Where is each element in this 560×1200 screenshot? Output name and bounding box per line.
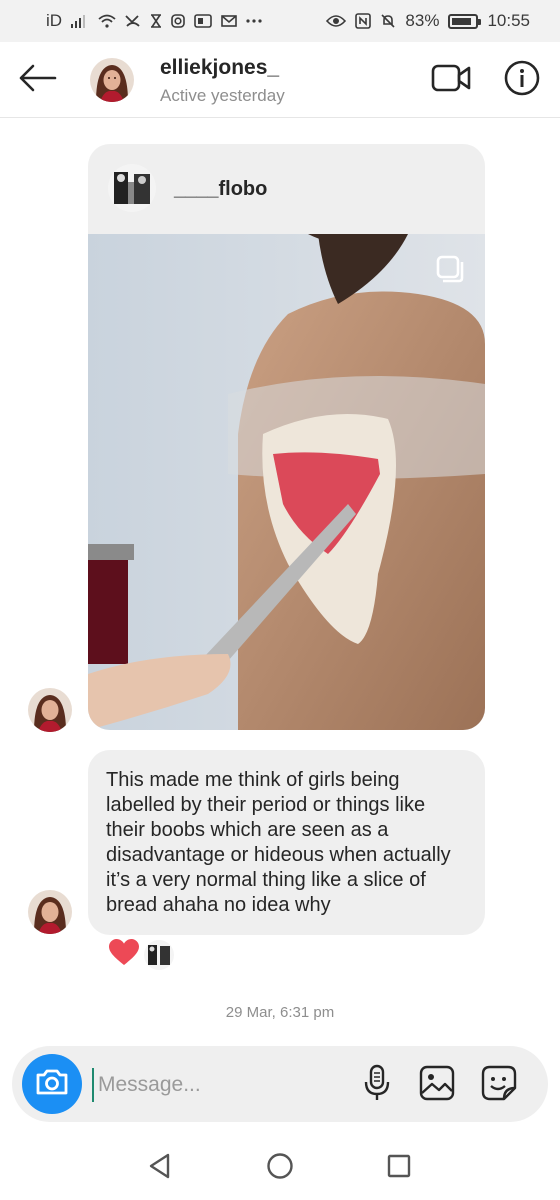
shared-post-author[interactable]: ____flobo (174, 178, 267, 201)
sender-avatar[interactable] (28, 890, 72, 934)
nav-back-button[interactable] (144, 1152, 176, 1184)
video-call-button[interactable] (430, 62, 472, 98)
status-left: iD (46, 11, 262, 31)
shared-post-image[interactable] (88, 234, 485, 730)
contact-username[interactable]: elliekjones_ (160, 56, 279, 80)
eye-comfort-icon (326, 14, 347, 28)
sticker-icon (480, 1064, 518, 1107)
circle-home-icon (266, 1152, 294, 1185)
message-reactions[interactable] (108, 938, 174, 971)
shared-post-card[interactable]: ____flobo (88, 144, 485, 730)
battery-fill (452, 17, 471, 25)
info-button[interactable] (504, 60, 540, 101)
gallery-button[interactable] (418, 1065, 456, 1106)
wifi-icon (98, 14, 116, 28)
status-right: 83% 10:55 (326, 11, 530, 31)
message-timestamp: 29 Mar, 6:31 pm (225, 1004, 335, 1021)
carousel-indicator-icon (435, 254, 465, 289)
sender-avatar[interactable] (28, 688, 72, 732)
more-notifications-icon (246, 19, 262, 23)
heart-icon (108, 938, 140, 971)
status-bar: iD 83% 10:55 (0, 0, 560, 42)
instagram-notification-icon (171, 14, 185, 28)
silent-mode-icon (380, 13, 396, 29)
video-call-icon (431, 63, 471, 98)
nfc-icon (355, 13, 372, 29)
voice-message-button[interactable] (358, 1064, 396, 1107)
battery-percent: 83% (405, 11, 440, 30)
back-button[interactable] (16, 60, 58, 100)
signal-icon (71, 14, 89, 28)
back-arrow-icon (17, 63, 57, 98)
reactor-avatar[interactable] (144, 939, 174, 970)
nav-recents-button[interactable] (383, 1152, 415, 1184)
contact-activity-status: Active yesterday (160, 86, 285, 105)
hourglass-icon (150, 14, 162, 28)
square-recents-icon (385, 1152, 413, 1185)
camera-icon (35, 1068, 69, 1101)
triangle-back-icon (146, 1152, 174, 1185)
nav-home-button[interactable] (264, 1152, 296, 1184)
gallery-icon (419, 1065, 455, 1106)
microphone-icon (362, 1064, 392, 1107)
info-icon (504, 60, 540, 101)
app-notification-icon (194, 14, 212, 28)
shared-post-author-avatar[interactable] (108, 164, 156, 212)
sticker-button[interactable] (480, 1064, 518, 1107)
camera-button[interactable] (22, 1054, 82, 1114)
mail-icon (221, 15, 237, 27)
shared-post-header[interactable]: ____flobo (88, 144, 485, 234)
clock: 10:55 (487, 11, 530, 30)
message-input[interactable] (92, 1068, 342, 1102)
message-bubble[interactable]: This made me think of girls being labell… (88, 750, 485, 935)
chat-header: elliekjones_ Active yesterday (0, 42, 560, 118)
missed-call-icon (125, 14, 141, 28)
contact-avatar[interactable] (90, 58, 134, 102)
carrier-label: iD (46, 11, 63, 30)
battery-icon (448, 13, 482, 29)
system-navigation-bar (0, 1134, 560, 1200)
message-composer (12, 1046, 548, 1122)
